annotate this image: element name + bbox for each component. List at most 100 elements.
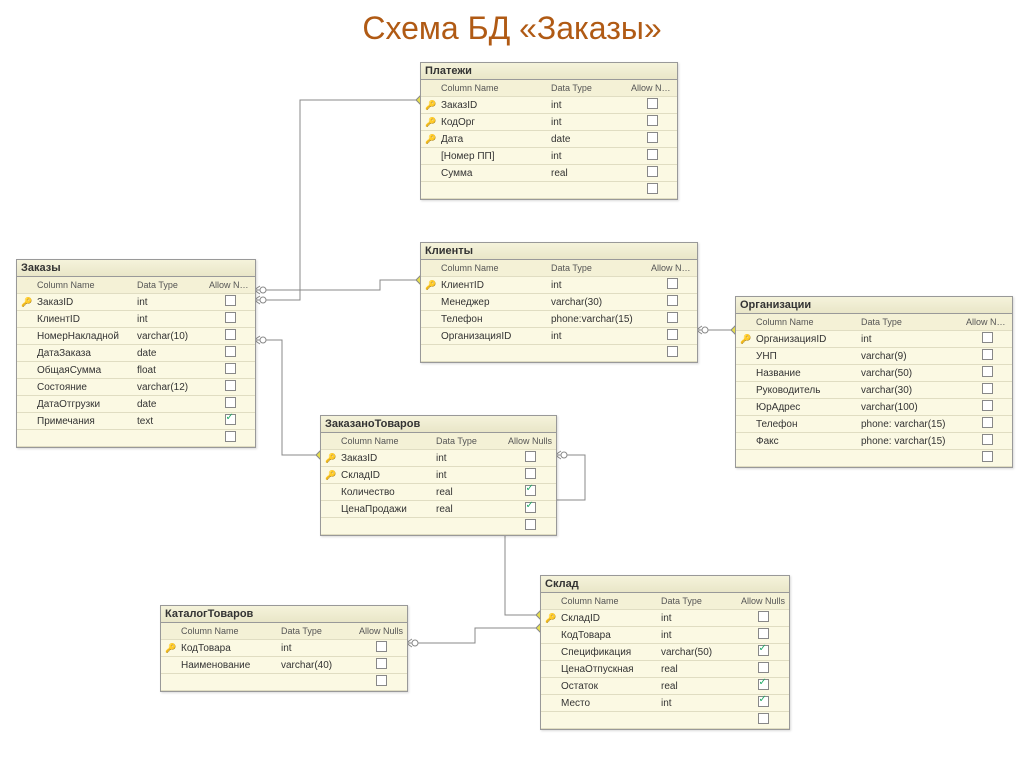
table-row[interactable]: 🔑СкладIDint <box>321 467 556 484</box>
column-type <box>133 437 205 439</box>
table-clients[interactable]: КлиентыColumn NameData TypeAllow Nulls🔑К… <box>420 242 698 363</box>
column-name: Дата <box>437 133 547 146</box>
table-row[interactable]: Состояниеvarchar(12) <box>17 379 255 396</box>
table-ordered[interactable]: ЗаказаноТоваровColumn NameData TypeAllow… <box>320 415 557 536</box>
table-row[interactable]: ЮрАдресvarchar(100) <box>736 399 1012 416</box>
table-row[interactable]: Спецификацияvarchar(50) <box>541 644 789 661</box>
table-row[interactable]: 🔑КлиентIDint <box>421 277 697 294</box>
checkbox-icon <box>225 346 236 357</box>
table-row[interactable] <box>736 450 1012 467</box>
table-row[interactable] <box>161 674 407 691</box>
allow-null <box>962 348 1012 364</box>
column-name <box>437 352 547 354</box>
table-row[interactable]: Факсphone: varchar(15) <box>736 433 1012 450</box>
allow-null <box>627 182 677 198</box>
column-header-row: Column NameData TypeAllow Nulls <box>161 623 407 640</box>
checkbox-icon <box>376 675 387 686</box>
table-row[interactable] <box>421 182 677 199</box>
table-row[interactable] <box>541 712 789 729</box>
table-row[interactable]: ЦенаПродажиreal <box>321 501 556 518</box>
table-row[interactable]: КлиентIDint <box>17 311 255 328</box>
table-orders[interactable]: ЗаказыColumn NameData TypeAllow Nulls🔑За… <box>16 259 256 448</box>
table-row[interactable]: Наименованиеvarchar(40) <box>161 657 407 674</box>
table-orgs[interactable]: ОрганизацииColumn NameData TypeAllow Nul… <box>735 296 1013 468</box>
header-null: Allow Nulls <box>504 435 556 447</box>
table-payments[interactable]: ПлатежиColumn NameData TypeAllow Nulls🔑З… <box>420 62 678 200</box>
header-null: Allow Nulls <box>355 625 407 637</box>
checkbox-icon <box>758 713 769 724</box>
allow-null <box>355 674 407 690</box>
column-name: Название <box>752 367 857 380</box>
allow-null <box>962 331 1012 347</box>
table-row[interactable]: Остатокreal <box>541 678 789 695</box>
table-row[interactable]: Примечанияtext <box>17 413 255 430</box>
column-name <box>33 437 133 439</box>
header-type: Data Type <box>432 435 504 447</box>
checkbox-icon <box>982 451 993 462</box>
key-cell <box>736 423 752 425</box>
table-row[interactable] <box>17 430 255 447</box>
table-row[interactable]: Руководительvarchar(30) <box>736 382 1012 399</box>
table-row[interactable]: ЦенаОтпускнаяreal <box>541 661 789 678</box>
allow-null <box>737 661 789 677</box>
table-row[interactable]: Местоint <box>541 695 789 712</box>
table-row[interactable]: ДатаЗаказаdate <box>17 345 255 362</box>
checkbox-icon <box>647 149 658 160</box>
table-row[interactable]: 🔑ОрганизацияIDint <box>736 331 1012 348</box>
column-type: int <box>657 697 737 710</box>
table-row[interactable] <box>421 345 697 362</box>
allow-null <box>504 518 556 534</box>
table-row[interactable]: 🔑ЗаказIDint <box>321 450 556 467</box>
key-cell: 🔑 <box>421 99 437 112</box>
table-row[interactable]: Телефонphone:varchar(15) <box>421 311 697 328</box>
column-type: varchar(50) <box>657 646 737 659</box>
key-cell <box>736 457 752 459</box>
checkbox-icon <box>225 295 236 306</box>
allow-null <box>962 365 1012 381</box>
table-row[interactable]: КодТовараint <box>541 627 789 644</box>
table-row[interactable]: 🔑Датаdate <box>421 131 677 148</box>
table-row[interactable]: 🔑КодТовараint <box>161 640 407 657</box>
table-row[interactable]: 🔑СкладIDint <box>541 610 789 627</box>
table-row[interactable]: ОрганизацияIDint <box>421 328 697 345</box>
table-row[interactable] <box>321 518 556 535</box>
table-stock[interactable]: СкладColumn NameData TypeAllow Nulls🔑Скл… <box>540 575 790 730</box>
column-type: float <box>133 364 205 377</box>
column-type: int <box>277 642 355 655</box>
header-null: Allow Nulls <box>647 262 697 274</box>
table-row[interactable]: Телефонphone: varchar(15) <box>736 416 1012 433</box>
column-type: int <box>133 313 205 326</box>
table-row[interactable]: ОбщаяСуммаfloat <box>17 362 255 379</box>
header-type: Data Type <box>133 279 205 291</box>
table-row[interactable]: УНПvarchar(9) <box>736 348 1012 365</box>
checkbox-icon <box>667 346 678 357</box>
allow-null <box>205 379 255 395</box>
table-row[interactable]: 🔑ЗаказIDint <box>17 294 255 311</box>
header-name: Column Name <box>177 625 277 637</box>
table-row[interactable]: НомерНакладнойvarchar(10) <box>17 328 255 345</box>
checkbox-icon <box>667 278 678 289</box>
table-row[interactable]: Менеджерvarchar(30) <box>421 294 697 311</box>
column-name: Примечания <box>33 415 133 428</box>
column-type: int <box>547 99 627 112</box>
table-row[interactable]: Количествоreal <box>321 484 556 501</box>
header-key <box>161 630 177 632</box>
table-row[interactable]: 🔑КодОргint <box>421 114 677 131</box>
column-name: СкладID <box>557 612 657 625</box>
column-name <box>177 681 277 683</box>
table-row[interactable]: Суммаreal <box>421 165 677 182</box>
table-row[interactable]: ДатаОтгрузкиdate <box>17 396 255 413</box>
table-row[interactable]: Названиеvarchar(50) <box>736 365 1012 382</box>
column-name: Место <box>557 697 657 710</box>
checkbox-icon <box>376 641 387 652</box>
table-row[interactable]: 🔑ЗаказIDint <box>421 97 677 114</box>
column-header-row: Column NameData TypeAllow Nulls <box>541 593 789 610</box>
table-row[interactable]: [Номер ПП]int <box>421 148 677 165</box>
primary-key-icon: 🔑 <box>325 453 337 464</box>
key-cell: 🔑 <box>161 642 177 655</box>
key-cell <box>421 352 437 354</box>
column-type: int <box>547 330 647 343</box>
allow-null <box>647 311 697 327</box>
table-catalog[interactable]: КаталогТоваровColumn NameData TypeAllow … <box>160 605 408 692</box>
checkbox-icon <box>667 295 678 306</box>
